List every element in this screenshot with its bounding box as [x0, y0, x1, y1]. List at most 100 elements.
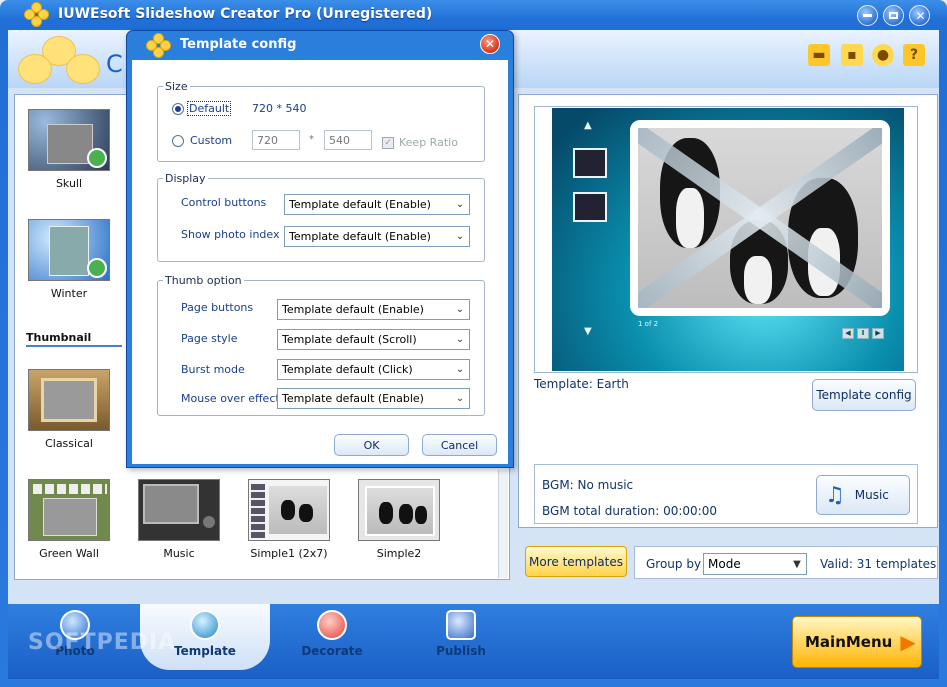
preview-side-thumb	[573, 192, 607, 222]
minimize-button[interactable]	[857, 5, 878, 26]
size-times-sign: *	[309, 134, 314, 145]
template-label-skull: Skull	[55, 177, 83, 190]
chevron-down-icon: ▼	[793, 558, 801, 570]
more-templates-button[interactable]: More templates	[525, 546, 627, 577]
control-buttons-select[interactable]: Template default (Enable) ⌄	[284, 194, 470, 215]
music-note-icon: ♫	[825, 482, 845, 508]
custom-height-input[interactable]: 540	[324, 130, 372, 150]
template-thumb-winter[interactable]	[28, 219, 110, 281]
main-menu-label: MainMenu	[805, 633, 893, 651]
template-icon	[190, 610, 220, 640]
nav-publish[interactable]: Publish	[416, 610, 506, 658]
template-config-button[interactable]: Template config	[812, 379, 916, 411]
ok-button[interactable]: OK	[334, 434, 409, 456]
template-thumb-classical[interactable]	[28, 369, 110, 431]
template-thumb-green-wall[interactable]	[28, 479, 110, 541]
custom-width-input[interactable]: 720	[252, 130, 300, 150]
page-buttons-value: Template default (Enable)	[282, 303, 424, 316]
bgm-duration-text: BGM total duration: 00:00:00	[542, 504, 717, 518]
preview-photo-card	[630, 120, 890, 316]
chevron-down-icon: ⌄	[455, 199, 465, 210]
show-photo-index-label: Show photo index	[181, 228, 280, 241]
template-label-classical: Classical	[45, 437, 93, 450]
close-icon: ✕	[484, 37, 496, 51]
group-by-select[interactable]: Mode ▼	[703, 553, 807, 575]
music-button[interactable]: ♫ Music	[816, 475, 910, 515]
size-legend: Size	[163, 80, 190, 93]
page-buttons-label: Page buttons	[181, 301, 254, 314]
keep-ratio-label: Keep Ratio	[399, 136, 458, 149]
chevron-down-icon: ⌄	[455, 364, 465, 375]
maximize-button[interactable]	[883, 5, 904, 26]
music-button-label: Music	[854, 488, 889, 502]
show-photo-index-value: Template default (Enable)	[289, 230, 431, 243]
close-button[interactable]: ✕	[909, 5, 930, 26]
template-thumb-simple2[interactable]	[358, 479, 440, 541]
scroll-up-icon: ▲	[584, 120, 592, 131]
preview-prev-icon: ◀	[842, 328, 854, 339]
control-buttons-label: Control buttons	[181, 196, 267, 209]
default-size-radio[interactable]	[172, 103, 184, 115]
template-thumb-skull[interactable]	[28, 109, 110, 171]
preview-pause-icon: Ⅱ	[857, 328, 869, 339]
template-label-music: Music	[163, 547, 195, 560]
page-style-select[interactable]: Template default (Scroll) ⌄	[277, 329, 470, 350]
section-title-thumbnail: Thumbnail	[26, 331, 92, 344]
preview-next-icon: ▶	[872, 328, 884, 339]
template-label-simple2: Simple2	[376, 547, 422, 560]
bgm-music-text: BGM: No music	[542, 478, 634, 492]
heart-icon	[317, 610, 347, 640]
dialog-logo-icon	[146, 33, 172, 59]
watermark: SOFTPEDIA	[28, 630, 177, 655]
control-buttons-value: Template default (Enable)	[289, 198, 431, 211]
thumb-option-legend: Thumb option	[163, 274, 244, 287]
chevron-down-icon: ⌄	[455, 334, 465, 345]
help-icon[interactable]: ?	[903, 44, 925, 66]
publish-icon	[446, 610, 476, 640]
scroll-down-icon: ▼	[584, 326, 592, 337]
page-style-value: Template default (Scroll)	[282, 333, 417, 346]
header-title-letter: C	[106, 50, 123, 78]
burst-mode-label: Burst mode	[181, 363, 245, 376]
display-group	[157, 178, 485, 262]
page-indicator: 1 of 2	[638, 320, 659, 328]
arrow-right-icon: ▶	[900, 630, 916, 654]
folder-icon[interactable]: ▬	[808, 44, 830, 66]
template-thumb-simple1[interactable]	[248, 479, 330, 541]
template-thumb-music[interactable]	[138, 479, 220, 541]
main-menu-button[interactable]: MainMenu ▶	[792, 616, 922, 668]
preview-photo	[638, 128, 882, 308]
size-group	[157, 86, 485, 162]
dialog-title: Template config	[180, 37, 297, 52]
mouse-over-effect-value: Template default (Enable)	[282, 392, 424, 405]
template-label-winter: Winter	[50, 287, 88, 300]
template-name-text: Template: Earth	[534, 377, 629, 391]
template-label-green-wall: Green Wall	[39, 547, 99, 560]
user-icon[interactable]: ●	[872, 44, 894, 66]
save-icon[interactable]: ▪	[841, 44, 863, 66]
show-photo-index-select[interactable]: Template default (Enable) ⌄	[284, 226, 470, 247]
nav-decorate[interactable]: Decorate	[287, 610, 377, 658]
dialog-close-button[interactable]: ✕	[480, 34, 500, 54]
default-size-label[interactable]: Default	[186, 101, 232, 116]
burst-mode-value: Template default (Click)	[282, 363, 413, 376]
mouse-over-effect-select[interactable]: Template default (Enable) ⌄	[277, 388, 470, 409]
app-logo-icon	[24, 2, 50, 28]
template-list-scrollbar[interactable]	[498, 470, 508, 578]
title-bar[interactable]: IUWEsoft Slideshow Creator Pro (Unregist…	[0, 0, 947, 30]
chevron-down-icon: ⌄	[455, 304, 465, 315]
custom-size-label[interactable]: Custom	[190, 134, 232, 147]
burst-mode-select[interactable]: Template default (Click) ⌄	[277, 359, 470, 380]
chevron-down-icon: ⌄	[455, 231, 465, 242]
page-buttons-select[interactable]: Template default (Enable) ⌄	[277, 299, 470, 320]
custom-size-radio[interactable]	[172, 135, 184, 147]
app-title: IUWEsoft Slideshow Creator Pro (Unregist…	[58, 6, 433, 22]
nav-decorate-label: Decorate	[301, 644, 363, 658]
group-by-value: Mode	[708, 557, 741, 571]
page-style-label: Page style	[181, 332, 238, 345]
default-size-value: 720 * 540	[252, 102, 307, 115]
display-legend: Display	[163, 172, 208, 185]
cancel-button[interactable]: Cancel	[422, 434, 497, 456]
keep-ratio-checkbox[interactable]: ✓	[382, 137, 394, 149]
valid-templates-text: Valid: 31 templates	[820, 557, 937, 571]
